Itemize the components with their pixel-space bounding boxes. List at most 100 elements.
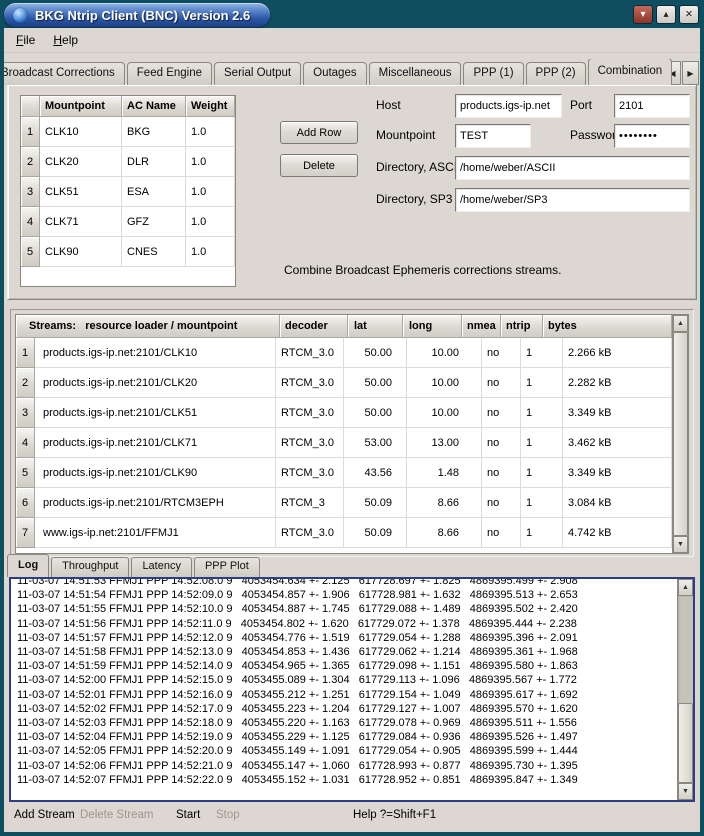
cell-source[interactable]: products.igs-ip.net:2101/RTCM3EPH (35, 488, 276, 518)
cell-mountpoint[interactable]: CLK90 (40, 237, 122, 267)
cell-ac-name[interactable]: DLR (122, 147, 186, 177)
header-ac-name[interactable]: AC Name (122, 96, 186, 117)
cell-ac-name[interactable]: BKG (122, 117, 186, 147)
scroll-up-icon[interactable]: ▲ (673, 315, 688, 332)
minimize-button[interactable]: ▾ (633, 5, 653, 24)
cell-ac-name[interactable]: CNES (122, 237, 186, 267)
scroll-down-icon[interactable]: ▼ (678, 783, 693, 800)
combination-table-row[interactable]: 3 CLK51 ESA 1.0 (21, 177, 235, 207)
stream-row[interactable]: 2 products.igs-ip.net:2101/CLK20 RTCM_3.… (16, 368, 672, 398)
cell-decoder[interactable]: RTCM_3.0 (276, 368, 344, 398)
tab-feed-engine[interactable]: Feed Engine (127, 62, 212, 85)
cell-mountpoint[interactable]: CLK71 (40, 207, 122, 237)
maximize-button[interactable]: ▴ (656, 5, 676, 24)
cell-bytes[interactable]: 3.349 kB (563, 458, 672, 488)
cell-bytes[interactable]: 4.742 kB (563, 518, 672, 548)
cell-mountpoint[interactable]: CLK10 (40, 117, 122, 147)
tab-log[interactable]: Log (7, 554, 49, 577)
add-row-button[interactable]: Add Row (280, 121, 358, 144)
host-input[interactable] (455, 94, 562, 118)
cell-decoder[interactable]: RTCM_3 (276, 488, 344, 518)
tab-scroll-right-icon[interactable]: ▶ (682, 61, 699, 85)
cell-bytes[interactable]: 2.266 kB (563, 338, 672, 368)
cell-weight[interactable]: 1.0 (186, 177, 235, 207)
help-button[interactable]: Help ?=Shift+F1 (353, 809, 436, 821)
header-streams[interactable]: Streams: resource loader / mountpoint (16, 315, 280, 338)
cell-decoder[interactable]: RTCM_3.0 (276, 338, 344, 368)
header-nmea[interactable]: nmea (462, 315, 501, 338)
cell-bytes[interactable]: 3.084 kB (563, 488, 672, 518)
cell-lat[interactable]: 50.00 (344, 338, 407, 368)
scroll-up-icon[interactable]: ▲ (678, 579, 693, 596)
tab-ppp-1[interactable]: PPP (1) (463, 62, 523, 85)
cell-nmea[interactable]: no (482, 338, 521, 368)
tab-throughput[interactable]: Throughput (51, 557, 129, 577)
cell-decoder[interactable]: RTCM_3.0 (276, 458, 344, 488)
tab-serial-output[interactable]: Serial Output (214, 62, 301, 85)
cell-decoder[interactable]: RTCM_3.0 (276, 398, 344, 428)
header-lat[interactable]: lat (348, 315, 403, 338)
cell-lat[interactable]: 43.56 (344, 458, 407, 488)
header-decoder[interactable]: decoder (280, 315, 348, 338)
cell-bytes[interactable]: 2.282 kB (563, 368, 672, 398)
add-stream-button[interactable]: Add Stream (14, 809, 75, 821)
cell-source[interactable]: products.igs-ip.net:2101/CLK10 (35, 338, 276, 368)
scrollbar-track[interactable] (673, 332, 688, 536)
cell-weight[interactable]: 1.0 (186, 237, 235, 267)
port-input[interactable] (614, 94, 690, 118)
cell-source[interactable]: products.igs-ip.net:2101/CLK20 (35, 368, 276, 398)
cell-weight[interactable]: 1.0 (186, 117, 235, 147)
scrollbar-thumb[interactable] (673, 332, 688, 536)
stream-row[interactable]: 7 www.igs-ip.net:2101/FFMJ1 RTCM_3.0 50.… (16, 518, 672, 548)
password-input[interactable] (614, 124, 690, 148)
tab-miscellaneous[interactable]: Miscellaneous (369, 62, 462, 85)
cell-long[interactable]: 10.00 (407, 368, 482, 398)
cell-long[interactable]: 1.48 (407, 458, 482, 488)
cell-decoder[interactable]: RTCM_3.0 (276, 518, 344, 548)
tab-ppp-plot[interactable]: PPP Plot (194, 557, 260, 577)
cell-source[interactable]: products.igs-ip.net:2101/CLK90 (35, 458, 276, 488)
cell-weight[interactable]: 1.0 (186, 207, 235, 237)
cell-lat[interactable]: 50.00 (344, 398, 407, 428)
cell-nmea[interactable]: no (482, 458, 521, 488)
log-scrollbar[interactable]: ▲ ▼ (677, 579, 693, 800)
cell-lat[interactable]: 50.09 (344, 518, 407, 548)
tab-ppp-2[interactable]: PPP (2) (526, 62, 586, 85)
header-weight[interactable]: Weight (186, 96, 235, 117)
mountpoint-input[interactable] (455, 124, 531, 148)
cell-weight[interactable]: 1.0 (186, 147, 235, 177)
cell-lat[interactable]: 53.00 (344, 428, 407, 458)
cell-ntrip[interactable]: 1 (521, 428, 563, 458)
stream-row[interactable]: 5 products.igs-ip.net:2101/CLK90 RTCM_3.… (16, 458, 672, 488)
directory-sp3-input[interactable] (455, 188, 690, 212)
cell-long[interactable]: 8.66 (407, 488, 482, 518)
stream-row[interactable]: 4 products.igs-ip.net:2101/CLK71 RTCM_3.… (16, 428, 672, 458)
cell-lat[interactable]: 50.00 (344, 368, 407, 398)
cell-source[interactable]: www.igs-ip.net:2101/FFMJ1 (35, 518, 276, 548)
streams-scrollbar[interactable]: ▲ ▼ (672, 315, 688, 553)
menu-file[interactable]: File (8, 30, 43, 50)
stream-row[interactable]: 3 products.igs-ip.net:2101/CLK51 RTCM_3.… (16, 398, 672, 428)
cell-nmea[interactable]: no (482, 368, 521, 398)
cell-long[interactable]: 13.00 (407, 428, 482, 458)
cell-nmea[interactable]: no (482, 488, 521, 518)
cell-mountpoint[interactable]: CLK51 (40, 177, 122, 207)
cell-lat[interactable]: 50.09 (344, 488, 407, 518)
start-button[interactable]: Start (176, 809, 200, 821)
combination-table-row[interactable]: 4 CLK71 GFZ 1.0 (21, 207, 235, 237)
tab-combination[interactable]: Combination (588, 59, 673, 85)
cell-ntrip[interactable]: 1 (521, 398, 563, 428)
cell-long[interactable]: 10.00 (407, 398, 482, 428)
cell-source[interactable]: products.igs-ip.net:2101/CLK71 (35, 428, 276, 458)
directory-ascii-input[interactable] (455, 156, 690, 180)
cell-ntrip[interactable]: 1 (521, 518, 563, 548)
combination-table-row[interactable]: 5 CLK90 CNES 1.0 (21, 237, 235, 267)
scroll-down-icon[interactable]: ▼ (673, 536, 688, 553)
cell-ntrip[interactable]: 1 (521, 488, 563, 518)
cell-ntrip[interactable]: 1 (521, 338, 563, 368)
tab-latency[interactable]: Latency (131, 557, 192, 577)
menu-help[interactable]: Help (45, 30, 86, 50)
cell-source[interactable]: products.igs-ip.net:2101/CLK51 (35, 398, 276, 428)
stream-row[interactable]: 6 products.igs-ip.net:2101/RTCM3EPH RTCM… (16, 488, 672, 518)
log-output[interactable]: 11-03-07 14:51:53 FFMJ1 PPP 14:52:08.0 9… (9, 577, 695, 802)
